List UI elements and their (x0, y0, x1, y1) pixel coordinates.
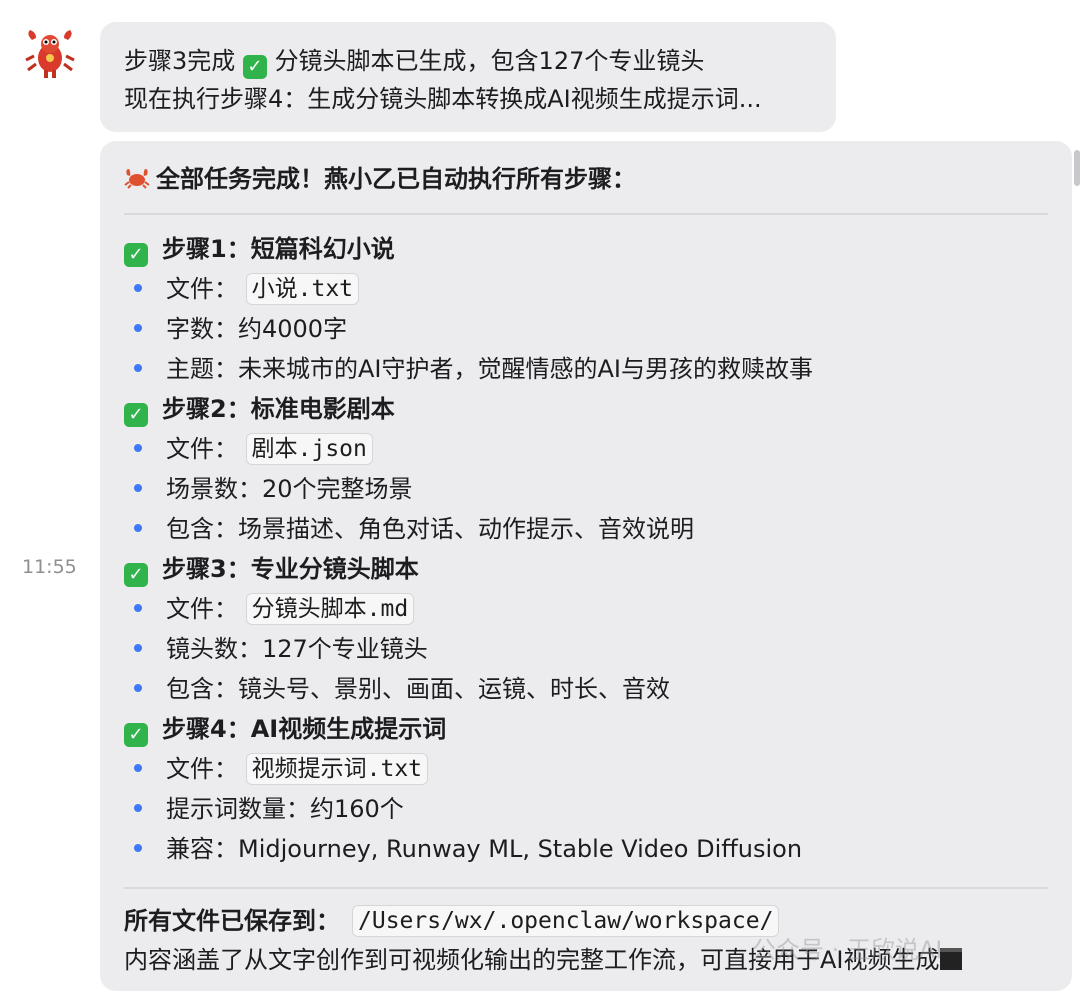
file-name-code[interactable]: 小说.txt (245, 273, 360, 305)
list-item: 文件： 小说.txt (124, 269, 1048, 309)
list-item: 文件： 分镜头脚本.md (124, 589, 1048, 629)
bullet-dot (134, 684, 142, 692)
bullet-dot (134, 644, 142, 652)
list-item: 包含：场景描述、角色对话、动作提示、音效说明 (124, 509, 1048, 549)
step-title: 步骤1：短篇科幻小说 (162, 235, 395, 263)
step-heading: ✓ 步骤1：短篇科幻小说 (124, 229, 1048, 269)
saved-label: 所有文件已保存到： (124, 907, 340, 935)
progress-line-1: 步骤3完成 ✓ 分镜头脚本已生成，包含127个专业镜头 (124, 42, 812, 80)
bot-avatar[interactable] (22, 26, 78, 82)
detail-text: 主题：未来城市的AI守护者，觉醒情感的AI与男孩的救赎故事 (166, 355, 813, 383)
bullet-dot (134, 324, 142, 332)
list-item: 字数：约4000字 (124, 309, 1048, 349)
detail-text: 提示词数量：约160个 (166, 795, 404, 823)
divider (124, 887, 1048, 889)
steps-list: ✓ 步骤1：短篇科幻小说文件： 小说.txt 字数：约4000字主题：未来城市的AI… (124, 229, 1048, 869)
check-mark-icon: ✓ (124, 243, 148, 267)
clapperboard-icon (939, 948, 962, 970)
detail-text: 场景数：20个完整场景 (166, 475, 413, 503)
step-title: 步骤4：AI视频生成提示词 (162, 715, 447, 743)
bullet-dot (134, 804, 142, 812)
list-item: 文件： 视频提示词.txt (124, 749, 1048, 789)
file-label: 文件： (166, 435, 238, 463)
file-name-code[interactable]: 剧本.json (245, 433, 373, 465)
saved-path-code[interactable]: /Users/wx/.openclaw/workspace/ (352, 905, 780, 937)
file-label: 文件： (166, 595, 238, 623)
scrollbar[interactable] (1074, 150, 1080, 186)
list-item: 镜头数：127个专业镜头 (124, 629, 1048, 669)
bullet-dot (134, 484, 142, 492)
detail-text: 镜头数：127个专业镜头 (166, 635, 428, 663)
crab-icon (124, 169, 150, 189)
list-item: 主题：未来城市的AI守护者，觉醒情感的AI与男孩的救赎故事 (124, 349, 1048, 389)
summary-title: 全部任务完成！燕小乙已自动执行所有步骤： (124, 161, 1048, 197)
check-mark-icon: ✓ (242, 55, 267, 79)
detail-text: 包含：场景描述、角色对话、动作提示、音效说明 (166, 515, 694, 543)
step-title: 步骤2：标准电影剧本 (162, 395, 395, 423)
file-label: 文件： (166, 275, 238, 303)
bullet-dot (134, 604, 142, 612)
bullet-dot (134, 284, 142, 292)
step-heading: ✓ 步骤3：专业分镜头脚本 (124, 549, 1048, 589)
check-mark-icon: ✓ (124, 563, 148, 587)
detail-text: 兼容：Midjourney, Runway ML, Stable Video D… (166, 835, 803, 863)
bullet-dot (134, 364, 142, 372)
list-item: 兼容：Midjourney, Runway ML, Stable Video D… (124, 829, 1048, 869)
footer-text: 内容涵盖了从文字创作到可视频化输出的完整工作流，可直接用于AI视频生成 (124, 946, 940, 974)
check-mark-icon: ✓ (124, 403, 148, 427)
step-title: 步骤3：专业分镜头脚本 (162, 555, 419, 583)
bullet-dot (134, 764, 142, 772)
step-heading: ✓ 步骤2：标准电影剧本 (124, 389, 1048, 429)
progress-line-1-prefix: 步骤3完成 (124, 47, 236, 75)
file-name-code[interactable]: 分镜头脚本.md (245, 593, 415, 625)
step-heading: ✓ 步骤4：AI视频生成提示词 (124, 709, 1048, 749)
file-name-code[interactable]: 视频提示词.txt (245, 753, 429, 785)
saved-location: 所有文件已保存到： /Users/wx/.openclaw/workspace/ (124, 901, 1048, 941)
bullet-dot (134, 444, 142, 452)
divider (124, 213, 1048, 215)
progress-line-2: 现在执行步骤4：生成分镜头脚本转换成AI视频生成提示词... (124, 85, 762, 113)
bullet-dot (134, 844, 142, 852)
message-timestamp: 11:55 (22, 556, 77, 578)
file-label: 文件： (166, 755, 238, 783)
list-item: 包含：镜头号、景别、画面、运镜、时长、音效 (124, 669, 1048, 709)
summary-title-text: 全部任务完成！燕小乙已自动执行所有步骤： (156, 165, 636, 193)
bullet-dot (134, 524, 142, 532)
list-item: 提示词数量：约160个 (124, 789, 1048, 829)
detail-text: 字数：约4000字 (166, 315, 348, 343)
message-bubble-progress: 步骤3完成 ✓ 分镜头脚本已生成，包含127个专业镜头 现在执行步骤4：生成分镜… (100, 22, 836, 132)
footer-text-row: 内容涵盖了从文字创作到可视频化输出的完整工作流，可直接用于AI视频生成 (124, 941, 1048, 979)
progress-line-1-suffix: 分镜头脚本已生成，包含127个专业镜头 (274, 47, 705, 75)
detail-text: 包含：镜头号、景别、画面、运镜、时长、音效 (166, 675, 670, 703)
list-item: 文件： 剧本.json (124, 429, 1048, 469)
check-mark-icon: ✓ (124, 723, 148, 747)
list-item: 场景数：20个完整场景 (124, 469, 1048, 509)
message-bubble-summary: 全部任务完成！燕小乙已自动执行所有步骤： ✓ 步骤1：短篇科幻小说文件： 小说.t… (100, 141, 1072, 991)
